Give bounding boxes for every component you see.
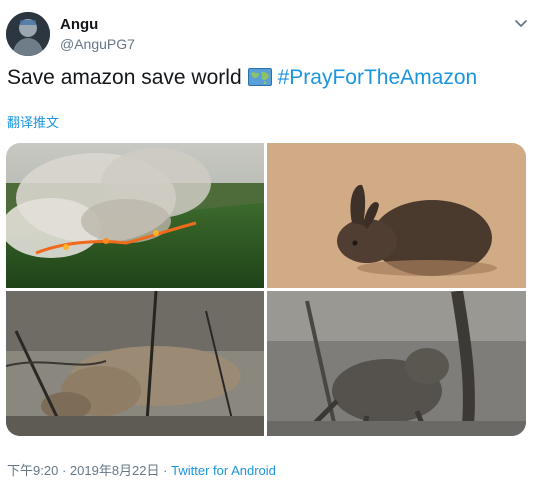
author-handle[interactable]: @AnguPG7 [60, 36, 135, 52]
tweet-time[interactable]: 下午9:20 [7, 463, 58, 478]
media-image-tapir[interactable] [6, 291, 264, 436]
tweet-date[interactable]: 2019年8月22日 [70, 463, 160, 478]
tweet-source[interactable]: Twitter for Android [171, 463, 276, 478]
tweet-card: Angu @AnguPG7 Save amazon save world #Pra… [0, 0, 550, 486]
tweet-text: Save amazon save world #PrayForTheAmazon [7, 66, 477, 90]
author-name[interactable]: Angu [60, 16, 98, 33]
media-image-burned-animal[interactable] [267, 291, 526, 436]
tweet-footer: 下午9:20 · 2019年8月22日 · Twitter for Androi… [7, 460, 276, 479]
world-map-icon [247, 68, 272, 86]
avatar-image [6, 12, 50, 56]
media-grid [6, 143, 526, 436]
tweet-main-text: Save amazon save world [7, 66, 242, 89]
media-image-fire[interactable] [6, 143, 264, 288]
footer-separator-2: · [163, 463, 168, 478]
chevron-down-icon[interactable] [512, 14, 530, 32]
footer-separator: · [61, 463, 67, 478]
media-image-rabbit[interactable] [267, 143, 526, 288]
hashtag-link[interactable]: #PrayForTheAmazon [278, 66, 478, 89]
avatar[interactable] [6, 12, 50, 56]
translate-tweet-link[interactable]: 翻译推文 [7, 112, 59, 131]
